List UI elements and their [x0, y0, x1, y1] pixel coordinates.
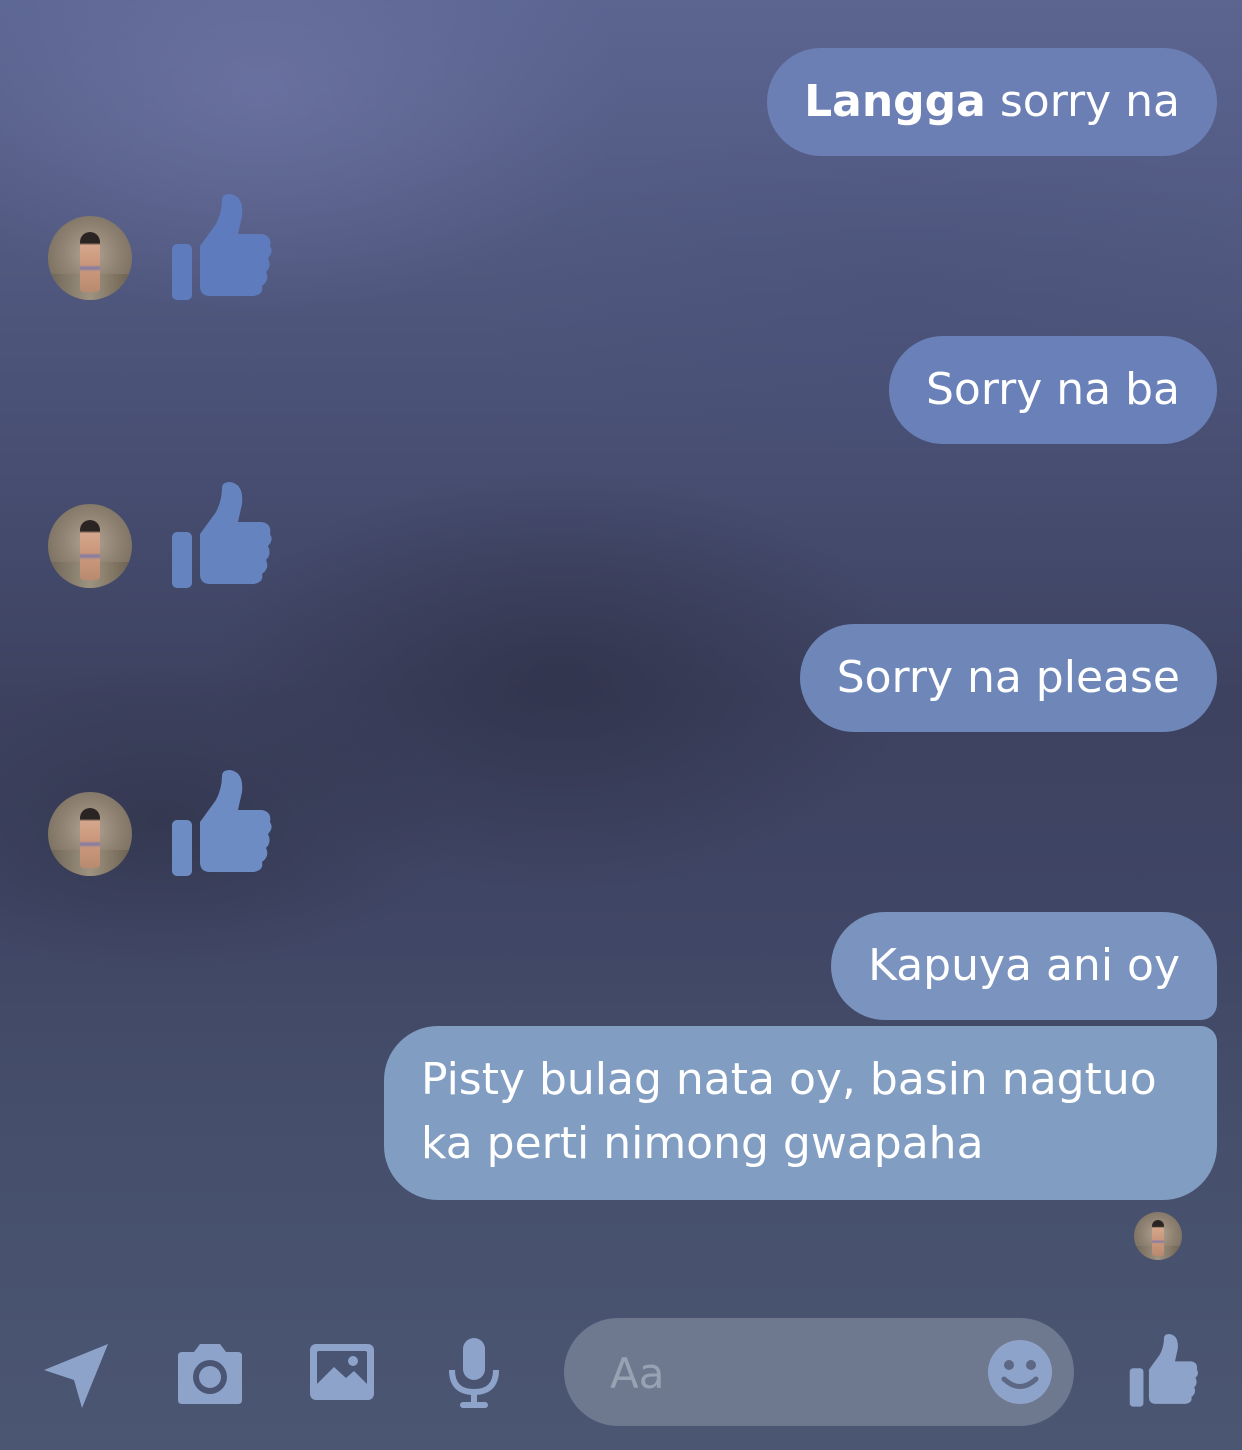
emoji-icon[interactable] — [986, 1338, 1054, 1406]
gallery-icon[interactable] — [306, 1340, 378, 1404]
contact-avatar[interactable] — [48, 504, 132, 588]
message-text: Sorry na ba — [925, 364, 1180, 415]
message-bubble-outgoing[interactable]: Langga sorry na — [767, 48, 1217, 156]
message-bubble-outgoing[interactable]: Sorry na ba — [888, 336, 1217, 444]
send-location-icon[interactable] — [40, 1340, 112, 1412]
seen-avatar — [1134, 1212, 1182, 1260]
thumbs-up-icon[interactable] — [170, 770, 274, 878]
contact-avatar[interactable] — [48, 216, 132, 300]
message-text: sorry na — [985, 76, 1180, 127]
camera-icon[interactable] — [172, 1340, 248, 1408]
message-text-line: ka perti nimong gwapaha — [421, 1118, 984, 1169]
message-bubble-outgoing[interactable]: Pisty bulag nata oy, basin nagtuo ka per… — [384, 1026, 1217, 1200]
thumbs-up-icon[interactable] — [170, 194, 274, 302]
like-icon[interactable] — [1128, 1334, 1200, 1408]
message-input[interactable] — [608, 1342, 972, 1404]
message-text: Kapuya ani oy — [868, 940, 1180, 991]
message-text-bold: Langga — [804, 76, 986, 127]
message-text: Sorry na please — [836, 652, 1180, 703]
message-bubble-outgoing[interactable]: Kapuya ani oy — [831, 912, 1217, 1020]
message-bubble-outgoing[interactable]: Sorry na please — [799, 624, 1217, 732]
thumbs-up-icon[interactable] — [170, 482, 274, 590]
microphone-icon[interactable] — [446, 1336, 502, 1410]
contact-avatar[interactable] — [48, 792, 132, 876]
message-text-line: Pisty bulag nata oy, basin nagtuo — [421, 1054, 1157, 1105]
